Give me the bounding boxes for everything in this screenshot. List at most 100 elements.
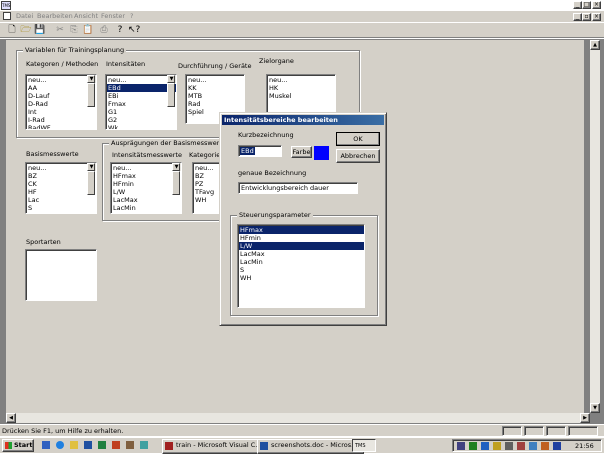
menu-help[interactable]: ? — [130, 12, 133, 20]
tray-icon-7[interactable] — [529, 442, 537, 450]
tray-icon-8[interactable] — [541, 442, 549, 450]
tray-icon-5[interactable] — [505, 442, 513, 450]
scroll-down-button[interactable]: ▼ — [167, 75, 175, 83]
list-item[interactable]: MTB — [187, 92, 244, 100]
list-item[interactable]: LacMin — [112, 204, 181, 212]
scroll-down-button[interactable]: ▼ — [87, 163, 95, 171]
list-item[interactable]: BZ — [27, 172, 96, 180]
scroll-thumb[interactable] — [87, 171, 95, 195]
child-close-button[interactable]: × — [592, 13, 601, 21]
list-item[interactable]: RadWF — [27, 124, 96, 129]
basismesswerte-list[interactable]: neu...BZCKHFLacSWh ▲▼ — [25, 162, 97, 214]
list-item[interactable]: neu... — [187, 76, 244, 84]
close-button[interactable]: × — [592, 1, 601, 9]
menu-fenster[interactable]: Fenster — [101, 12, 125, 20]
list-item[interactable]: CK — [27, 180, 96, 188]
farbe-button[interactable]: Farbe — [291, 146, 312, 158]
client-vscroll[interactable]: ▲ ▼ — [590, 40, 600, 413]
list-item[interactable]: Wk — [107, 124, 176, 129]
list-scrollbar[interactable]: ▲▼ — [172, 163, 181, 195]
kurzbezeichnung-input[interactable]: EBd — [238, 145, 282, 157]
quicklaunch-app1-icon[interactable] — [112, 441, 120, 449]
list-item[interactable]: EBi — [107, 92, 176, 100]
list-item[interactable]: L/W — [112, 188, 181, 196]
list-item[interactable]: AA — [27, 84, 96, 92]
context-help-icon[interactable]: ↖? — [128, 24, 140, 36]
scroll-right-button[interactable]: ▶ — [580, 413, 590, 423]
quicklaunch-app3-icon[interactable] — [140, 441, 148, 449]
list-scrollbar[interactable]: ▲▼ — [87, 75, 96, 107]
print-icon[interactable]: ⎙ — [98, 24, 110, 36]
scroll-up-button[interactable]: ▲ — [590, 40, 600, 50]
doc-icon[interactable] — [3, 12, 11, 20]
intensitaeten-list[interactable]: neu...EBdEBiFmaxG1G2Wk ▲▼ — [105, 74, 177, 130]
quicklaunch-ie-icon[interactable] — [56, 441, 64, 449]
sportarten-list[interactable] — [25, 249, 97, 301]
zielorgane-list[interactable]: neu... HK Muskel — [266, 74, 336, 114]
list-item[interactable]: neu... — [27, 164, 96, 172]
quicklaunch-outlook-icon[interactable] — [70, 441, 78, 449]
list-item[interactable]: S — [112, 212, 181, 213]
tray-icon-3[interactable] — [481, 442, 489, 450]
list-item[interactable]: Muskel — [268, 92, 335, 100]
list-item[interactable]: HFmax — [112, 172, 181, 180]
client-hscroll[interactable]: ◀ ▶ — [6, 413, 590, 423]
list-item[interactable]: I-Rad — [27, 116, 96, 124]
list-item[interactable]: L/W — [239, 242, 364, 250]
help-icon[interactable]: ? — [114, 24, 126, 36]
quicklaunch-word-icon[interactable] — [84, 441, 92, 449]
list-item[interactable]: EBd — [107, 84, 176, 92]
tray-icon-2[interactable] — [469, 442, 477, 450]
list-item[interactable]: HFmax — [239, 226, 364, 234]
list-item[interactable]: Lac — [27, 196, 96, 204]
list-item[interactable]: neu... — [112, 164, 181, 172]
child-restore-button[interactable]: ▫ — [582, 13, 591, 21]
quicklaunch-desktop-icon[interactable] — [42, 441, 50, 449]
menu-bearbeiten[interactable]: Bearbeiten — [37, 12, 73, 20]
list-item[interactable]: S — [239, 266, 364, 274]
kategorien-list[interactable]: neu...AAD-LaufD-RadIntI-RadRadWF ▲▼ — [25, 74, 97, 130]
scroll-thumb[interactable] — [87, 83, 95, 107]
list-scrollbar[interactable]: ▲▼ — [87, 163, 96, 195]
maximize-button[interactable]: □ — [582, 1, 591, 9]
child-minimize-button[interactable]: _ — [573, 13, 582, 21]
list-item[interactable]: HF — [27, 188, 96, 196]
open-icon[interactable]: 🗁 — [20, 24, 32, 36]
list-item[interactable]: G1 — [107, 108, 176, 116]
list-item[interactable]: KK — [187, 84, 244, 92]
steuerungsparameter-list[interactable]: HFmax HFmin L/W LacMax LacMin S WH — [237, 224, 365, 308]
list-item[interactable]: S — [27, 204, 96, 212]
scroll-down-button[interactable]: ▼ — [172, 163, 180, 171]
list-item[interactable]: Int — [27, 108, 96, 116]
list-item[interactable]: G2 — [107, 116, 176, 124]
intensitaetsmesswerte-list[interactable]: neu...HFmaxHFminL/WLacMaxLacMinS ▲▼ — [110, 162, 182, 214]
dialog-title-bar[interactable]: Intensitätsbereiche bearbeiten — [222, 115, 384, 125]
abbrechen-button[interactable]: Abbrechen — [336, 149, 380, 163]
list-item[interactable]: WH — [239, 274, 364, 282]
task-visual-c[interactable]: train - Microsoft Visual C... — [162, 439, 269, 454]
list-item[interactable]: Wh — [27, 212, 96, 213]
scroll-down-button[interactable]: ▼ — [87, 75, 95, 83]
list-item[interactable]: D-Rad — [27, 100, 96, 108]
paste-icon[interactable]: 📋 — [82, 24, 94, 36]
ok-button[interactable]: OK — [336, 132, 380, 146]
list-item[interactable]: Fmax — [107, 100, 176, 108]
new-icon[interactable]: 🗋 — [6, 24, 18, 36]
list-item[interactable]: LacMax — [239, 250, 364, 258]
list-scrollbar[interactable]: ▲▼ — [167, 75, 176, 107]
list-item[interactable]: HK — [268, 84, 335, 92]
scroll-thumb[interactable] — [167, 83, 175, 107]
tray-icon-1[interactable] — [457, 442, 465, 450]
list-item[interactable]: Rad — [187, 100, 244, 108]
tray-icon-4[interactable] — [493, 442, 501, 450]
list-item[interactable]: neu... — [107, 76, 176, 84]
task-tms[interactable]: TMS — [352, 439, 376, 452]
tray-icon-6[interactable] — [517, 442, 525, 450]
list-item[interactable]: HFmin — [112, 180, 181, 188]
list-item[interactable]: D-Lauf — [27, 92, 96, 100]
list-item[interactable]: LacMin — [239, 258, 364, 266]
task-screenshots-doc[interactable]: screenshots.doc - Micros... — [257, 439, 364, 454]
copy-icon[interactable]: ⎘ — [68, 24, 80, 36]
scroll-down-button[interactable]: ▼ — [590, 403, 600, 413]
quicklaunch-app2-icon[interactable] — [126, 441, 134, 449]
